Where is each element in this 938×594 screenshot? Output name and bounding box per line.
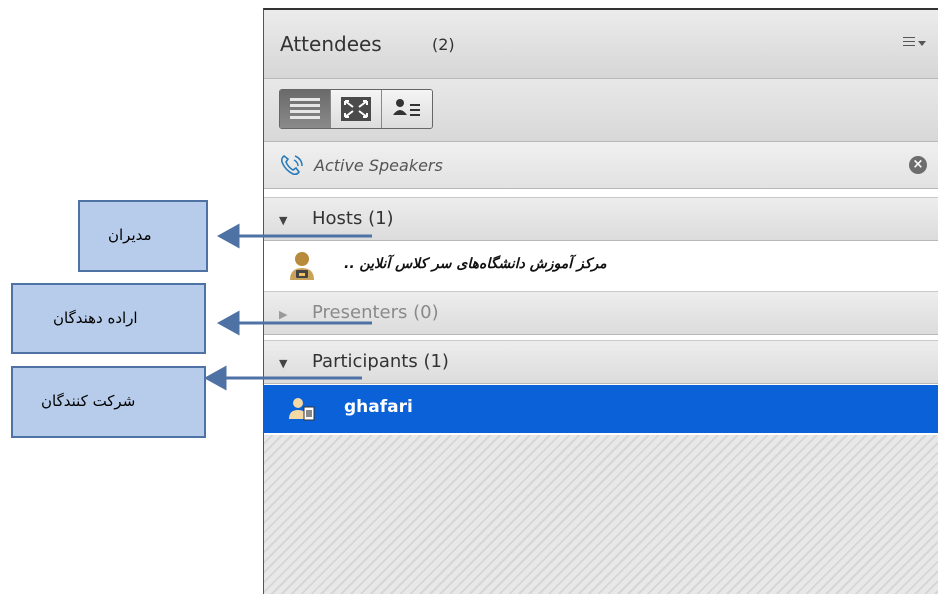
participants-section-header[interactable]: ▼ Participants (1) [264, 340, 938, 384]
empty-list-area [264, 435, 938, 594]
participants-label: Participants (1) [312, 351, 449, 372]
pod-header: Attendees (2) [264, 10, 938, 79]
hosts-callout: مدیران [78, 200, 208, 272]
collapsed-triangle-icon: ▶ [279, 308, 288, 321]
presenters-callout: اراده دهندگان [11, 283, 206, 354]
list-view-button[interactable] [280, 90, 331, 128]
presenters-label: Presenters (0) [312, 302, 439, 323]
participant-row[interactable]: ghafari [264, 385, 938, 433]
fullscreen-view-button[interactable] [331, 90, 382, 128]
participant-user-icon [289, 398, 315, 421]
participant-name: ghafari [344, 397, 413, 417]
view-toolbar [264, 79, 938, 142]
host-row[interactable]: ﻣﺮﮐﺰ آﻣﻮزش داﻧﺸﮕﺎه‌ﻫﺎی ﺳﺮ ﮐﻼس آﻧﻼﯾﻦ .. [264, 242, 938, 290]
phone-icon [280, 155, 303, 176]
participants-callout-text: شرکت کنندگان [41, 392, 136, 410]
hosts-label: Hosts (1) [312, 208, 394, 229]
list-view-icon [290, 98, 320, 122]
attendees-pod: Attendees (2) Active Speakers × ▼ Hosts … [263, 8, 938, 594]
attendee-count: (2) [432, 35, 455, 54]
status-view-button[interactable] [382, 90, 432, 128]
view-switcher [279, 89, 433, 129]
active-speakers-bar: Active Speakers × [264, 142, 938, 189]
hosts-callout-text: مدیران [108, 226, 152, 244]
participants-callout: شرکت کنندگان [11, 366, 206, 438]
expand-triangle-icon: ▼ [279, 357, 288, 370]
expand-triangle-icon: ▼ [279, 214, 288, 227]
attendee-status-icon [393, 99, 420, 116]
presenters-callout-text: اراده دهندگان [53, 309, 138, 327]
pod-title: Attendees [280, 32, 382, 56]
pod-options-menu-icon[interactable] [903, 36, 929, 52]
close-circle-icon[interactable]: × [909, 156, 927, 174]
fullscreen-icon [341, 97, 371, 121]
host-name: ﻣﺮﮐﺰ آﻣﻮزش داﻧﺸﮕﺎه‌ﻫﺎی ﺳﺮ ﮐﻼس آﻧﻼﯾﻦ .. [344, 256, 607, 272]
active-speakers-label: Active Speakers [314, 156, 443, 175]
host-user-icon [290, 252, 314, 280]
hosts-section-header[interactable]: ▼ Hosts (1) [264, 197, 938, 241]
presenters-section-header[interactable]: ▶ Presenters (0) [264, 291, 938, 335]
